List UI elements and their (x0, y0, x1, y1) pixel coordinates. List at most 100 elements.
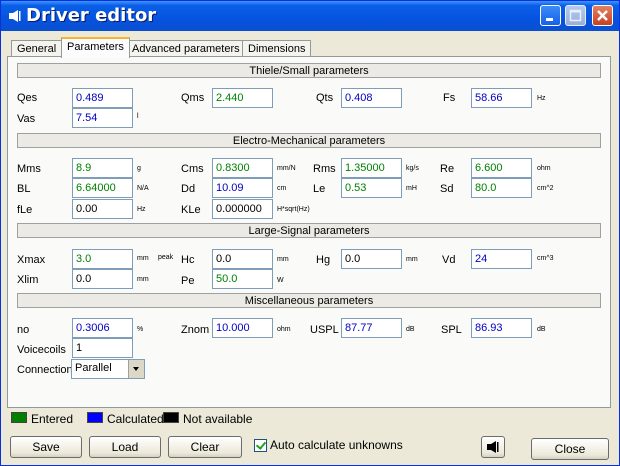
legend-calculated-swatch (87, 412, 103, 423)
unit-re: ohm (537, 165, 551, 172)
legend-not-available-label: Not available (183, 412, 253, 426)
auto-calculate-checkbox[interactable] (254, 439, 267, 452)
label-connection: Connection (17, 364, 73, 376)
fs-field[interactable]: 58.66 (471, 88, 532, 108)
kle-field[interactable]: 0.000000 (212, 199, 273, 219)
label-qms: Qms (181, 92, 205, 104)
label-fle: fLe (17, 204, 33, 216)
unit-vas: l (137, 113, 139, 120)
label-pe: Pe (181, 275, 195, 287)
label-uspl: USPL (310, 324, 339, 336)
xlim-field[interactable]: 0.0 (72, 269, 133, 289)
label-voicecoils: Voicecoils (17, 344, 66, 356)
label-kle: KLe (181, 204, 201, 216)
hg-field[interactable]: 0.0 (341, 249, 402, 269)
label-rms: Rms (313, 163, 336, 175)
legend-not-available-swatch (163, 412, 179, 423)
speaker-button[interactable] (481, 436, 505, 458)
section-header-electro-mechanical: Electro-Mechanical parameters (17, 133, 601, 148)
unit-xmax-peak: peak (158, 254, 174, 261)
mms-field[interactable]: 8.9 (72, 158, 133, 178)
unit-vd: cm^3 (537, 255, 554, 262)
qms-field[interactable]: 2.440 (212, 88, 273, 108)
fle-field[interactable]: 0.00 (72, 199, 133, 219)
maximize-icon (569, 9, 582, 22)
vd-field[interactable]: 24 (471, 249, 532, 269)
cms-field[interactable]: 0.8300 (212, 158, 273, 178)
tab-dimensions[interactable]: Dimensions (242, 40, 312, 57)
unit-dd: cm (277, 185, 287, 192)
label-no: no (17, 324, 30, 336)
spl-field[interactable]: 86.93 (471, 318, 532, 338)
clear-button[interactable]: Clear (168, 436, 242, 458)
label-le: Le (313, 183, 326, 195)
qts-field[interactable]: 0.408 (341, 88, 402, 108)
vas-field[interactable]: 7.54 (72, 108, 133, 128)
legend-entered-label: Entered (31, 412, 74, 426)
auto-calculate-label[interactable]: Auto calculate unknowns (270, 438, 403, 452)
unit-rms: kg/s (406, 165, 419, 172)
legend-entered-swatch (11, 412, 27, 423)
unit-znom: ohm (277, 326, 291, 333)
close-icon (597, 10, 608, 21)
chevron-down-icon[interactable] (128, 360, 144, 378)
re-field[interactable]: 6.600 (471, 158, 532, 178)
label-znom: Znom (181, 324, 210, 336)
xmax-field[interactable]: 3.0 (72, 249, 133, 269)
unit-hc: mm (277, 256, 289, 263)
unit-spl: dB (537, 326, 546, 333)
hc-field[interactable]: 0.0 (212, 249, 273, 269)
bl-field[interactable]: 6.64000 (72, 178, 133, 198)
label-spl: SPL (441, 324, 462, 336)
qes-field[interactable]: 0.489 (72, 88, 133, 108)
unit-le: mH (406, 185, 417, 192)
connection-select-value: Parallel (75, 362, 112, 374)
voicecoils-field[interactable]: 1 (72, 338, 133, 358)
save-button[interactable]: Save (10, 436, 82, 458)
close-window-button[interactable] (592, 5, 613, 26)
le-field[interactable]: 0.53 (341, 178, 402, 198)
section-header-large-signal: Large-Signal parameters (17, 223, 601, 238)
label-mms: Mms (17, 163, 41, 175)
speaker-icon (9, 10, 21, 22)
load-button[interactable]: Load (89, 436, 161, 458)
unit-xmax: mm (137, 255, 149, 262)
label-vd: Vd (442, 254, 456, 266)
label-cms: Cms (181, 163, 204, 175)
title-bar[interactable]: Driver editor (1, 1, 619, 31)
unit-uspl: dB (406, 326, 415, 333)
unit-xlim: mm (137, 276, 149, 283)
maximize-button[interactable] (565, 5, 586, 26)
dd-field[interactable]: 10.09 (212, 178, 273, 198)
unit-bl: N/A (137, 185, 149, 192)
unit-pe: W (277, 277, 284, 284)
unit-kle: H*sqrt(Hz) (277, 206, 310, 213)
znom-field[interactable]: 10.000 (212, 318, 273, 338)
label-xmax: Xmax (17, 254, 46, 266)
sd-field[interactable]: 80.0 (471, 178, 532, 198)
connection-select[interactable]: Parallel (71, 359, 145, 379)
label-hc: Hc (181, 254, 195, 266)
label-xlim: Xlim (17, 274, 39, 286)
rms-field[interactable]: 1.35000 (341, 158, 402, 178)
unit-fle: Hz (137, 206, 146, 213)
unit-no: % (137, 326, 144, 333)
minimize-button[interactable] (540, 5, 561, 26)
tab-advanced-parameters[interactable]: Advanced parameters (126, 40, 246, 57)
section-header-thiele-small: Thiele/Small parameters (17, 63, 601, 78)
label-fs: Fs (443, 92, 456, 104)
unit-cms: mm/N (277, 165, 296, 172)
label-vas: Vas (17, 113, 36, 125)
label-dd: Dd (181, 183, 196, 195)
uspl-field[interactable]: 87.77 (341, 318, 402, 338)
close-button[interactable]: Close (531, 438, 609, 460)
label-re: Re (440, 163, 455, 175)
unit-hg: mm (406, 256, 418, 263)
tab-parameters[interactable]: Parameters (61, 37, 130, 58)
pe-field[interactable]: 50.0 (212, 269, 273, 289)
tab-general[interactable]: General (11, 40, 63, 57)
section-header-miscellaneous: Miscellaneous parameters (17, 293, 601, 308)
speaker-icon (487, 441, 499, 453)
label-bl: BL (17, 183, 31, 195)
no-field[interactable]: 0.3006 (72, 318, 133, 338)
